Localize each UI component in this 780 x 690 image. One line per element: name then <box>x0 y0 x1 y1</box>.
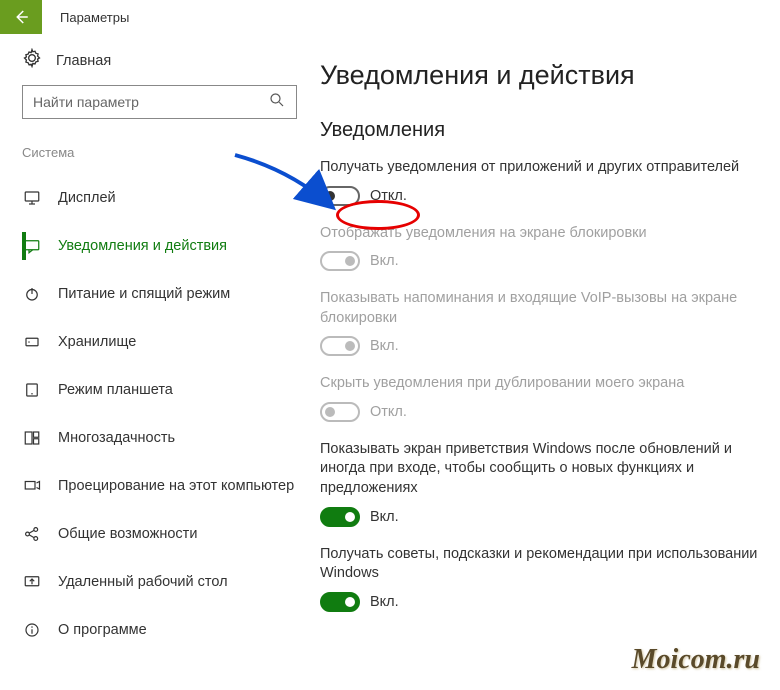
sidebar-item-label: Уведомления и действия <box>58 238 227 254</box>
sidebar-item-label: Дисплей <box>58 190 116 206</box>
sidebar-item-multitasking[interactable]: Многозадачность <box>22 414 305 462</box>
sidebar-item-label: О программе <box>58 622 147 638</box>
setting-tips: Получать советы, подсказки и рекомендаци… <box>320 545 780 612</box>
toggle-voip-reminders <box>320 336 360 356</box>
toggle-state: Вкл. <box>370 253 399 269</box>
multitask-icon <box>22 429 42 447</box>
monitor-icon <box>22 189 42 207</box>
sidebar-item-label: Общие возможности <box>58 526 197 542</box>
sidebar-item-about[interactable]: О программе <box>22 606 305 654</box>
search-input[interactable] <box>33 94 268 110</box>
toggle-apps-notifications[interactable] <box>320 186 360 206</box>
share-icon <box>22 525 42 543</box>
sidebar-item-label: Удаленный рабочий стол <box>58 574 228 590</box>
toggle-state: Откл. <box>370 404 407 420</box>
setting-label: Получать советы, подсказки и рекомендаци… <box>320 545 780 584</box>
main-panel: Уведомления и действия Уведомления Получ… <box>305 34 780 654</box>
search-icon <box>268 91 286 114</box>
storage-icon <box>22 333 42 351</box>
sidebar-item-label: Хранилище <box>58 334 136 350</box>
remote-icon <box>22 573 42 591</box>
toggle-state: Вкл. <box>370 594 399 610</box>
power-icon <box>22 285 42 303</box>
toggle-state: Вкл. <box>370 509 399 525</box>
sidebar-item-storage[interactable]: Хранилище <box>22 318 305 366</box>
active-indicator <box>22 232 26 260</box>
sidebar-item-tablet[interactable]: Режим планшета <box>22 366 305 414</box>
setting-label: Отображать уведомления на экране блокиро… <box>320 224 780 244</box>
toggle-hide-duplicating <box>320 402 360 422</box>
sidebar-item-label: Проецирование на этот компьютер <box>58 478 294 494</box>
setting-voip-reminders: Показывать напоминания и входящие VoIP-в… <box>320 289 780 356</box>
home-nav[interactable]: Главная <box>22 48 305 73</box>
home-label: Главная <box>56 53 111 69</box>
toggle-lockscreen-notifications <box>320 251 360 271</box>
back-button[interactable] <box>0 0 42 34</box>
search-box[interactable] <box>22 85 297 119</box>
toggle-state: Откл. <box>370 188 407 204</box>
setting-label: Скрыть уведомления при дублировании моег… <box>320 374 780 394</box>
gear-icon <box>22 48 42 73</box>
tablet-icon <box>22 381 42 399</box>
setting-label: Показывать экран приветствия Windows пос… <box>320 440 780 499</box>
setting-hide-duplicating: Скрыть уведомления при дублировании моег… <box>320 374 780 422</box>
sidebar-item-shared[interactable]: Общие возможности <box>22 510 305 558</box>
sidebar-item-projecting[interactable]: Проецирование на этот компьютер <box>22 462 305 510</box>
setting-apps-notifications: Получать уведомления от приложений и дру… <box>320 158 780 206</box>
section-title: Уведомления <box>320 119 780 142</box>
toggle-tips[interactable] <box>320 592 360 612</box>
sidebar-item-notifications[interactable]: Уведомления и действия <box>22 222 305 270</box>
titlebar: Параметры <box>0 0 780 34</box>
project-icon <box>22 477 42 495</box>
section-label: Система <box>22 145 305 160</box>
sidebar-item-label: Многозадачность <box>58 430 175 446</box>
sidebar-item-power[interactable]: Питание и спящий режим <box>22 270 305 318</box>
setting-welcome-screen: Показывать экран приветствия Windows пос… <box>320 440 780 527</box>
sidebar-item-label: Режим планшета <box>58 382 173 398</box>
toggle-welcome-screen[interactable] <box>320 507 360 527</box>
watermark: Moicom.ru <box>632 644 760 676</box>
page-title: Уведомления и действия <box>320 60 780 91</box>
sidebar-item-label: Питание и спящий режим <box>58 286 230 302</box>
setting-lockscreen-notifications: Отображать уведомления на экране блокиро… <box>320 224 780 272</box>
sidebar-item-remote[interactable]: Удаленный рабочий стол <box>22 558 305 606</box>
sidebar-item-display[interactable]: Дисплей <box>22 174 305 222</box>
arrow-left-icon <box>12 8 30 26</box>
setting-label: Показывать напоминания и входящие VoIP-в… <box>320 289 780 328</box>
setting-label: Получать уведомления от приложений и дру… <box>320 158 780 178</box>
info-icon <box>22 621 42 639</box>
toggle-state: Вкл. <box>370 338 399 354</box>
window-title: Параметры <box>60 10 129 25</box>
sidebar: Главная Система Дисплей Уведомления и де… <box>0 34 305 654</box>
